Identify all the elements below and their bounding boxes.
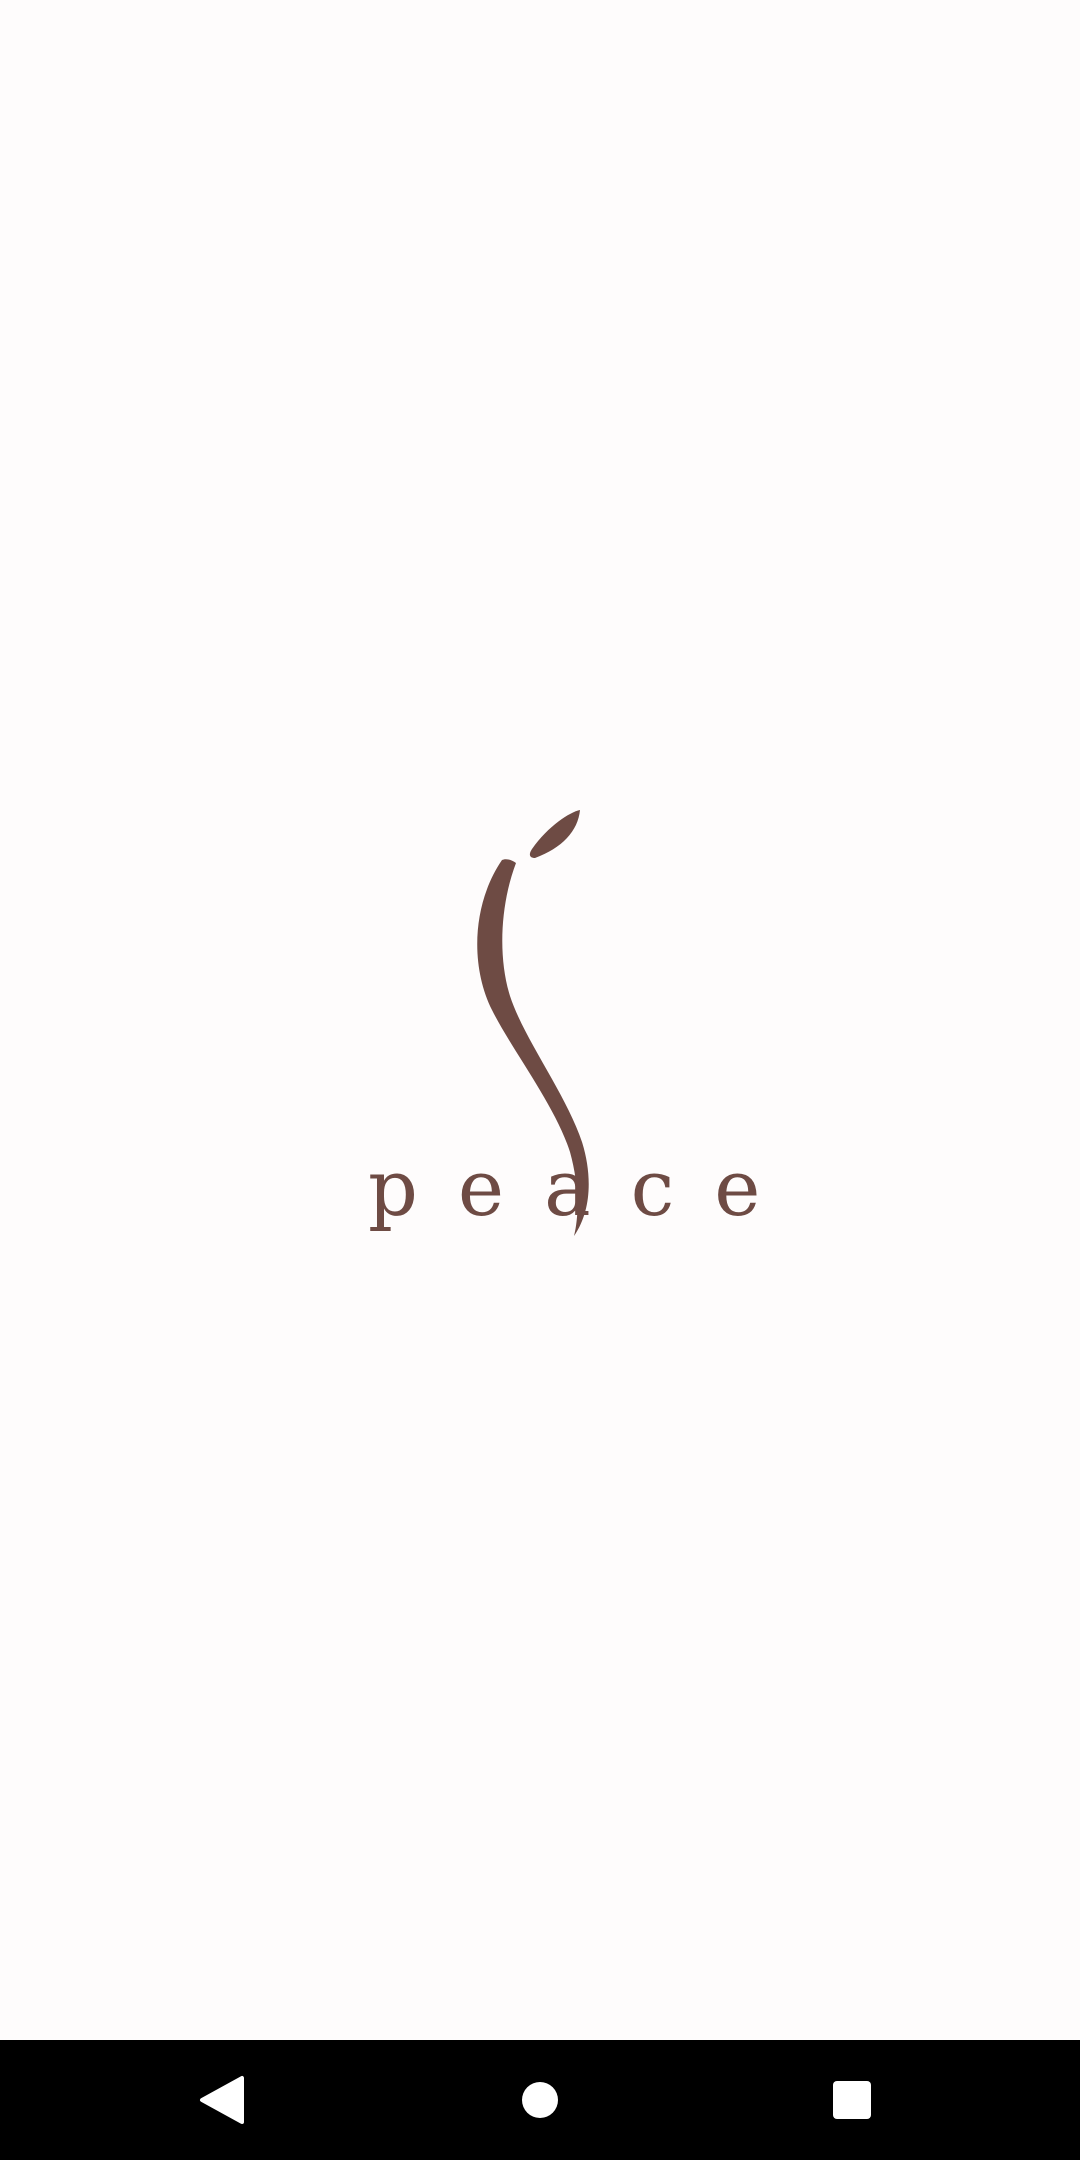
recents-button[interactable] [812,2060,892,2140]
back-button[interactable] [185,2060,265,2140]
splash-screen: peace [0,0,1080,2040]
brand-wordmark: peace [368,1150,768,1234]
android-navigation-bar [0,2040,1080,2160]
recents-square-icon [833,2081,871,2119]
home-button[interactable] [500,2060,580,2140]
app-screen: peace [0,0,1080,2160]
home-circle-icon [522,2082,558,2118]
back-triangle-icon [200,2076,244,2124]
logo-leaf-shape [529,810,580,858]
